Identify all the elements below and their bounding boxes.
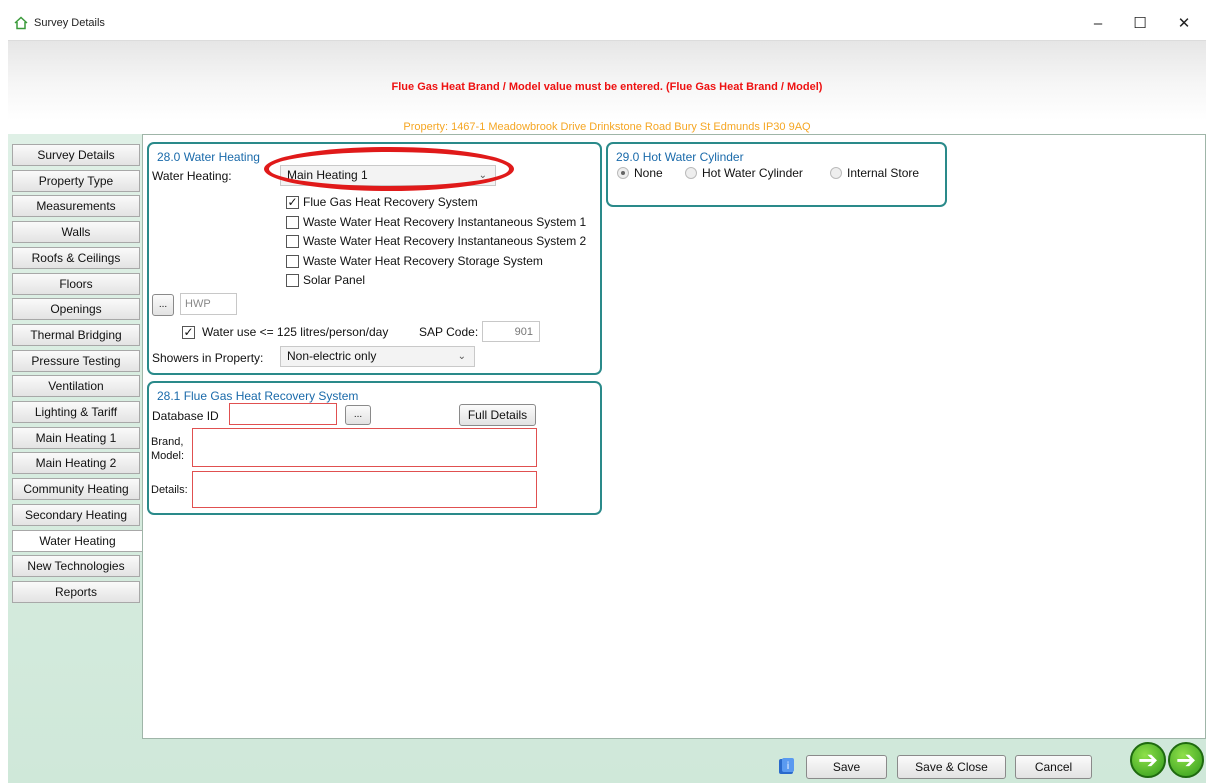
validation-error-message: Flue Gas Heat Brand / Model value must b… [391,81,823,93]
option-label: Solar Panel [303,273,366,287]
forward-arrow-icon[interactable]: ➔ [1168,742,1204,778]
sidebar-tab-ventilation[interactable]: Ventilation [12,375,140,397]
sidebar-tab-main-heating-2[interactable]: Main Heating 2 [12,452,140,474]
radio-internal-store[interactable] [830,167,842,179]
showers-select[interactable]: Non-electric only ⌄ [280,346,475,367]
water-heating-select[interactable]: Main Heating 1 ⌄ [280,165,496,186]
sidebar-tab-lighting-tariff[interactable]: Lighting & Tariff [12,401,140,423]
option-checkbox[interactable] [286,274,299,287]
showers-value: Non-electric only [287,349,377,363]
sidebar-tab-roofs-ceilings[interactable]: Roofs & Ceilings [12,247,140,269]
option-checkbox[interactable] [286,235,299,248]
sidebar-tab-reports[interactable]: Reports [12,581,140,603]
brand-model-input[interactable] [192,428,537,467]
hwp-browse-button[interactable]: ... [152,294,174,316]
option-label: Flue Gas Heat Recovery System [303,195,478,209]
cancel-button[interactable]: Cancel [1015,755,1092,779]
sap-code-input[interactable]: 901 [482,321,540,342]
help-book-icon[interactable]: i [776,755,798,777]
house-icon [14,16,28,30]
option-label: Waste Water Heat Recovery Storage System [303,254,543,268]
option-checkbox[interactable]: ✓ [286,196,299,209]
radio-none-label: None [634,166,663,180]
window-title: Survey Details [34,17,105,29]
radio-hot-water-cylinder[interactable] [685,167,697,179]
radio-hot-water-cylinder-label: Hot Water Cylinder [702,166,803,180]
sidebar-tab-walls[interactable]: Walls [12,221,140,243]
back-arrow-icon[interactable]: ➔ [1130,742,1166,778]
minimize-button[interactable]: – [1078,8,1118,38]
water-heating-label: Water Heating: [152,169,232,183]
showers-label: Showers in Property: [152,351,264,365]
sidebar-tab-measurements[interactable]: Measurements [12,195,140,217]
svg-text:i: i [787,761,790,772]
details-input[interactable] [192,471,537,508]
sidebar-tab-floors[interactable]: Floors [12,273,140,295]
sidebar-tab-pressure-testing[interactable]: Pressure Testing [12,350,140,372]
radio-internal-store-label: Internal Store [847,166,920,180]
hot-water-cylinder-title: 29.0 Hot Water Cylinder [616,150,744,164]
water-use-label: Water use <= 125 litres/person/day [202,325,389,339]
fghrs-title: 28.1 Flue Gas Heat Recovery System [157,389,359,403]
database-id-browse-button[interactable]: ... [345,405,371,425]
sidebar-tab-main-heating-1[interactable]: Main Heating 1 [12,427,140,449]
close-button[interactable]: ✕ [1164,8,1204,38]
chevron-down-icon: ⌄ [478,170,487,181]
maximize-button[interactable]: ☐ [1120,8,1160,38]
option-label: Waste Water Heat Recovery Instantaneous … [303,234,587,248]
option-checkbox[interactable] [286,255,299,268]
details-label: Details: [151,484,188,496]
full-details-button[interactable]: Full Details [459,404,536,426]
chevron-down-icon: ⌄ [457,351,466,362]
property-address: Property: 1467-1 Meadowbrook Drive Drink… [8,120,1206,134]
database-id-input[interactable] [229,403,337,425]
sidebar-tab-survey-details[interactable]: Survey Details [12,144,140,166]
sidebar-tab-property-type[interactable]: Property Type [12,170,140,192]
water-use-checkbox[interactable]: ✓ [182,326,195,339]
title-bar: Survey Details – ☐ ✕ [0,0,1206,40]
sidebar-tab-community-heating[interactable]: Community Heating [12,478,140,500]
sidebar-tab-secondary-heating[interactable]: Secondary Heating [12,504,140,526]
save-and-close-button[interactable]: Save & Close [897,755,1006,779]
sidebar-tab-thermal-bridging[interactable]: Thermal Bridging [12,324,140,346]
radio-none[interactable] [617,167,629,179]
option-label: Waste Water Heat Recovery Instantaneous … [303,215,587,229]
option-checkbox[interactable] [286,216,299,229]
sap-code-label: SAP Code: [419,325,479,339]
water-heating-value: Main Heating 1 [287,168,368,182]
database-id-label: Database ID [152,409,219,423]
sidebar-tab-water-heating[interactable]: Water Heating [12,530,143,552]
sidebar-tab-new-technologies[interactable]: New Technologies [12,555,140,577]
water-heating-title: 28.0 Water Heating [157,150,260,164]
save-button[interactable]: Save [806,755,887,779]
hwp-input[interactable]: HWP [180,293,237,315]
brand-label-line2: Model: [151,450,185,462]
sidebar-tab-openings[interactable]: Openings [12,298,140,320]
brand-label-line1: Brand, [151,436,184,448]
error-banner: Flue Gas Heat Brand / Model value must b… [8,40,1206,120]
